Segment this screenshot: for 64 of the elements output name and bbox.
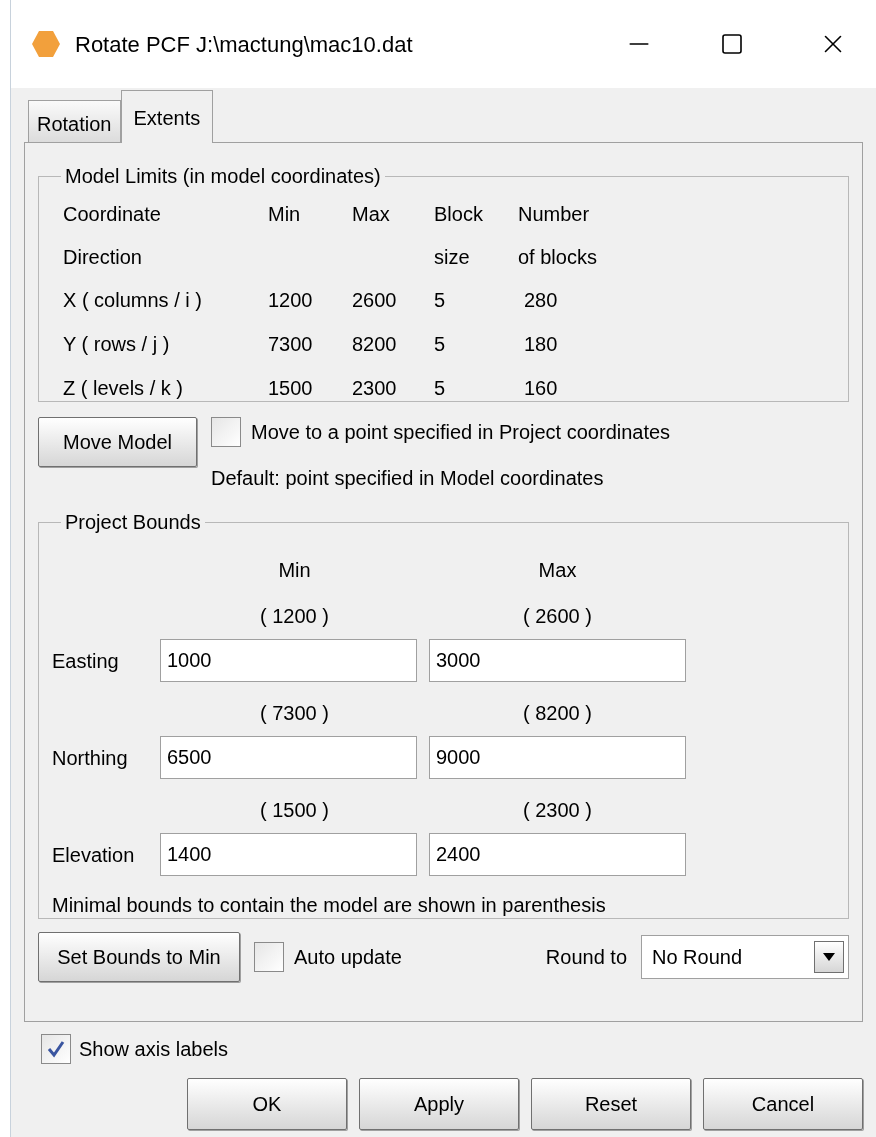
table-cell: 160 <box>524 377 558 399</box>
maximize-icon[interactable] <box>720 32 744 56</box>
checkbox[interactable] <box>254 942 284 972</box>
column-header: Max <box>352 202 391 227</box>
table-cell: 1200 <box>268 289 313 311</box>
column-header: Block <box>434 202 484 227</box>
bound-hint: ( 1200 ) <box>260 604 329 629</box>
dialog-button[interactable]: Apply <box>359 1078 519 1130</box>
group-title: Model Limits (in model coordinates) <box>64 164 382 189</box>
checkmark-icon <box>46 1039 66 1059</box>
checkbox-label: Move to a point specified in Project coordinates <box>251 420 671 445</box>
table-cell: 1500 <box>268 377 313 399</box>
table-cell: 180 <box>524 333 558 355</box>
tab[interactable]: Extents <box>120 90 214 143</box>
column-header: size <box>434 245 471 270</box>
column-header: of blocks <box>518 245 598 270</box>
window-title: Rotate PCF J:\mactung\mac10.dat <box>75 30 413 59</box>
bound-hint: ( 7300 ) <box>260 701 329 726</box>
column-header: Number <box>518 202 591 227</box>
table-cell: 8200 <box>352 333 397 355</box>
table-cell: 2600 <box>352 289 397 311</box>
field-label: Northing <box>52 745 129 771</box>
set-bounds-button[interactable]: Set Bounds to Min <box>38 932 240 982</box>
tab[interactable]: Rotation <box>28 100 121 142</box>
hexagon-icon <box>31 29 61 59</box>
input-field[interactable]: 2400 <box>429 833 686 876</box>
column-header: Max <box>538 558 577 583</box>
input-field[interactable]: 9000 <box>429 736 686 779</box>
move-model-button[interactable]: Move Model <box>38 417 197 467</box>
bound-hint: ( 1500 ) <box>260 798 329 823</box>
table-cell: 2300 <box>352 377 397 399</box>
field-label: Round to <box>545 945 627 970</box>
column-header: Coordinate <box>63 202 162 227</box>
input-field[interactable]: 1000 <box>160 639 417 682</box>
bound-hint: ( 8200 ) <box>523 701 592 726</box>
checkbox[interactable] <box>211 417 241 447</box>
table-cell: 7300 <box>268 333 313 355</box>
dropdown[interactable]: No Round <box>641 935 849 979</box>
input-field[interactable]: 1400 <box>160 833 417 876</box>
input-field[interactable]: 6500 <box>160 736 417 779</box>
bound-hint: ( 2600 ) <box>523 604 592 629</box>
column-header: Min <box>268 202 302 227</box>
column-header: Min <box>278 558 311 583</box>
bound-hint: ( 2300 ) <box>523 798 592 823</box>
table-cell: Z ( levels / k ) <box>63 377 183 399</box>
table-cell: 280 <box>524 289 558 311</box>
checkbox-label: Show axis labels <box>79 1037 228 1062</box>
checkbox[interactable] <box>41 1034 71 1064</box>
table-cell: Y ( rows / j ) <box>63 333 170 355</box>
field-label: Elevation <box>52 842 136 868</box>
dialog-button[interactable]: Reset <box>531 1078 691 1130</box>
dialog-button[interactable]: Cancel <box>703 1078 863 1130</box>
table-cell: 5 <box>434 333 446 355</box>
hint-text: Minimal bounds to contain the model are shown in parenthesis <box>52 893 607 918</box>
field-label: Easting <box>52 648 120 674</box>
table-cell: 5 <box>434 377 446 399</box>
input-field[interactable]: 3000 <box>429 639 686 682</box>
checkbox-label: Auto update <box>294 945 402 970</box>
dialog-button[interactable]: OK <box>187 1078 347 1130</box>
table-cell: X ( columns / i ) <box>63 289 202 311</box>
table-cell: 5 <box>434 289 446 311</box>
column-header: Direction <box>63 245 143 270</box>
group-title: Project Bounds <box>64 510 202 535</box>
hint-text: Default: point specified in Model coordinates <box>211 466 605 491</box>
